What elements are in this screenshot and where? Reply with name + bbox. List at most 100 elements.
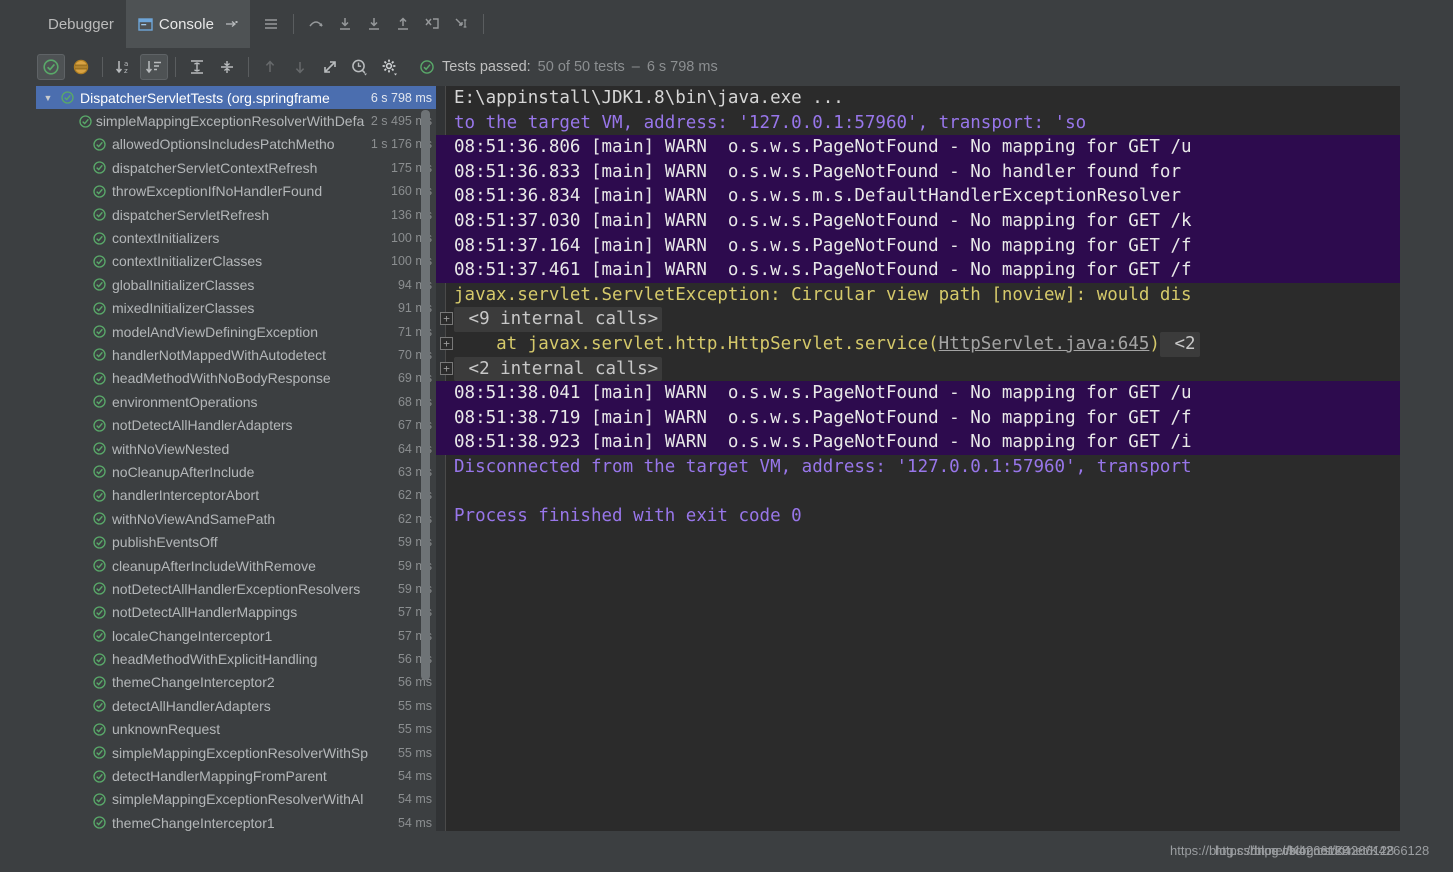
test-name-label: localeChangeInterceptor1 — [112, 627, 273, 644]
console-line: 08:51:38.923 [main] WARN o.s.w.s.PageNot… — [436, 430, 1400, 455]
test-tree-row[interactable]: dispatcherServletContextRefresh 175 ms — [36, 156, 436, 179]
test-tree-row[interactable]: cleanupAfterIncludeWithRemove 59 ms — [36, 554, 436, 577]
test-tree-row[interactable]: simpleMappingExceptionResolverWithSp 55 m… — [36, 741, 436, 764]
test-passed-icon — [88, 441, 110, 456]
expand-arrow-icon[interactable]: ▼ — [40, 93, 56, 103]
test-tree-root-label: DispatcherServletTests (org.springframe — [80, 89, 330, 106]
test-name-label: unknownRequest — [112, 721, 221, 738]
test-tree-row[interactable]: withNoViewNested 64 ms — [36, 437, 436, 460]
console-line: 08:51:37.461 [main] WARN o.s.w.s.PageNot… — [436, 258, 1400, 283]
test-tree-row[interactable]: detectAllHandlerAdapters 55 ms — [36, 694, 436, 717]
tab-debugger[interactable]: Debugger — [36, 0, 126, 48]
test-tree-scrollbar[interactable] — [421, 110, 430, 680]
test-passed-icon — [88, 347, 110, 362]
sort-by-duration-icon[interactable] — [140, 54, 168, 80]
test-passed-icon — [88, 769, 110, 784]
test-tree-row[interactable]: headMethodWithNoBodyResponse 69 ms — [36, 367, 436, 390]
test-duration-label: 55 ms — [397, 722, 432, 737]
test-tree-row[interactable]: contextInitializerClasses 100 ms — [36, 250, 436, 273]
svg-text:z: z — [124, 67, 128, 75]
test-tree-row[interactable]: unknownRequest 55 ms — [36, 718, 436, 741]
test-tree-row[interactable]: detectHandlerMappingFromParent 54 ms — [36, 764, 436, 787]
stacktrace-expander-icon[interactable]: + — [440, 361, 453, 375]
test-tree-row[interactable]: withNoViewAndSamePath 62 ms — [36, 507, 436, 530]
test-history-icon[interactable] — [346, 54, 374, 80]
test-tree-row[interactable]: modelAndViewDefiningException 71 ms — [36, 320, 436, 343]
step-into-icon[interactable] — [332, 11, 358, 37]
test-tree-row[interactable]: dispatcherServletRefresh 136 ms — [36, 203, 436, 226]
drop-frame-icon[interactable] — [419, 11, 445, 37]
test-name-label: withNoViewAndSamePath — [112, 510, 276, 527]
test-tree-row[interactable]: contextInitializers 100 ms — [36, 226, 436, 249]
test-passed-icon — [88, 675, 110, 690]
hide-ignored-icon[interactable] — [67, 54, 95, 80]
test-tree-root-row[interactable]: ▼ DispatcherServletTests (org.springframe… — [36, 86, 436, 110]
tab-console[interactable]: Console — [125, 0, 250, 48]
stacktrace-expander-icon[interactable]: + — [440, 312, 453, 326]
test-name-label: publishEventsOff — [112, 534, 218, 551]
folded-frames-label: <2 internal calls> — [454, 356, 663, 382]
run-to-cursor-icon[interactable] — [448, 11, 474, 37]
test-name-label: headMethodWithExplicitHandling — [112, 651, 318, 668]
test-tree-row[interactable]: themeChangeInterceptor1 54 ms — [36, 811, 436, 831]
stacktrace-link[interactable]: HttpServlet.java:645 — [939, 332, 1150, 357]
test-passed-icon — [88, 137, 110, 152]
console-text: 08:51:36.806 [main] WARN o.s.w.s.PageNot… — [454, 135, 1192, 160]
test-tree-row[interactable]: environmentOperations 68 ms — [36, 390, 436, 413]
test-tree-row[interactable]: headMethodWithExplicitHandling 56 ms — [36, 647, 436, 670]
console-output-panel[interactable]: E:\appinstall\JDK1.8\bin\java.exe ... to … — [436, 86, 1400, 831]
next-failed-test-icon[interactable] — [286, 54, 314, 80]
expand-all-icon[interactable] — [183, 54, 211, 80]
step-out-icon[interactable] — [390, 11, 416, 37]
test-tree-row[interactable]: notDetectAllHandlerExceptionResolvers 59 … — [36, 577, 436, 600]
test-tree-row[interactable]: notDetectAllHandlerMappings 57 ms — [36, 601, 436, 624]
test-passed-icon — [88, 184, 110, 199]
test-name-label: notDetectAllHandlerExceptionResolvers — [112, 580, 361, 597]
test-passed-icon — [88, 488, 110, 503]
test-tree-row[interactable]: mixedInitializerClasses 91 ms — [36, 297, 436, 320]
test-tree-row[interactable]: simpleMappingExceptionResolverWithDefaul… — [36, 109, 436, 132]
test-tree-row[interactable]: notDetectAllHandlerAdapters 67 ms — [36, 413, 436, 436]
console-line: E:\appinstall\JDK1.8\bin\java.exe ... — [436, 86, 1400, 111]
test-tree-row[interactable]: throwExceptionIfNoHandlerFound 160 ms — [36, 180, 436, 203]
status-separator: – — [631, 59, 640, 75]
export-test-results-icon[interactable] — [316, 54, 344, 80]
watermark: https://blog.csdn.net/K4266128 https://b… — [1100, 843, 1453, 867]
test-passed-icon — [88, 581, 110, 596]
test-tree-row[interactable]: localeChangeInterceptor1 57 ms — [36, 624, 436, 647]
test-name-label: themeChangeInterceptor2 — [112, 674, 275, 691]
test-tree-row[interactable]: themeChangeInterceptor2 56 ms — [36, 671, 436, 694]
test-duration-label: 54 ms — [397, 769, 432, 784]
test-tree-row[interactable]: handlerInterceptorAbort 62 ms — [36, 484, 436, 507]
test-tree-row[interactable]: allowedOptionsIncludesPatchMetho 1 s 176 … — [36, 133, 436, 156]
test-tree-row[interactable]: publishEventsOff 59 ms — [36, 530, 436, 553]
test-passed-icon — [88, 464, 110, 479]
collapse-all-icon[interactable] — [213, 54, 241, 80]
step-over-icon[interactable] — [303, 11, 329, 37]
test-name-label: themeChangeInterceptor1 — [112, 814, 275, 831]
test-tree-row[interactable]: simpleMappingExceptionResolverWithAl 54 m… — [36, 788, 436, 811]
test-name-label: throwExceptionIfNoHandlerFound — [112, 183, 323, 200]
test-tree-row[interactable]: noCleanupAfterInclude 63 ms — [36, 460, 436, 483]
soft-wrap-icon[interactable] — [224, 17, 238, 31]
console-text: 08:51:38.719 [main] WARN o.s.w.s.PageNot… — [454, 405, 1192, 431]
test-tree-row[interactable]: globalInitializerClasses 94 ms — [36, 273, 436, 296]
test-tree-row[interactable]: handlerNotMappedWithAutodetect 70 ms — [36, 343, 436, 366]
stacktrace-expander-icon[interactable]: + — [440, 336, 453, 350]
test-tree-panel[interactable]: ▼ DispatcherServletTests (org.springframe… — [36, 86, 436, 831]
test-passed-icon — [88, 628, 110, 643]
force-step-into-icon[interactable] — [361, 11, 387, 37]
menu-lines-icon[interactable] — [258, 11, 284, 37]
test-passed-icon — [88, 207, 110, 222]
test-name-label: simpleMappingExceptionResolverWithSp — [112, 744, 369, 761]
toolbar-separator-4 — [175, 57, 176, 77]
console-line: to the target VM, address: '127.0.0.1:57… — [436, 111, 1400, 136]
sort-alphabetically-icon[interactable]: a z — [110, 54, 138, 80]
test-name-label: handlerNotMappedWithAutodetect — [112, 346, 327, 363]
test-settings-icon[interactable] — [376, 54, 404, 80]
previous-failed-test-icon[interactable] — [256, 54, 284, 80]
test-name-label: simpleMappingExceptionResolverWithDefaul… — [95, 113, 365, 130]
test-name-label: dispatcherServletRefresh — [112, 206, 270, 223]
hide-passed-icon[interactable] — [37, 54, 65, 80]
